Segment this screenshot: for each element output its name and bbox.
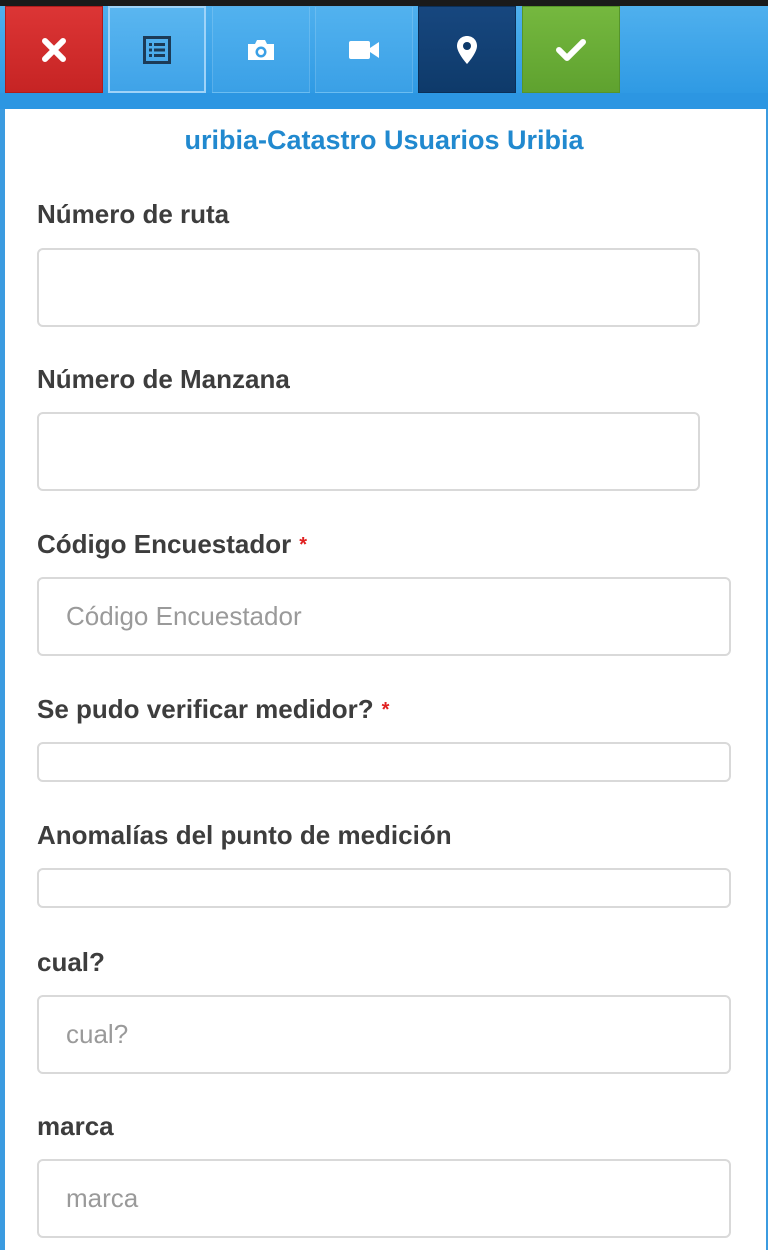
- codigo-encuestador-input[interactable]: [37, 577, 731, 656]
- form-title: uribia-Catastro Usuarios Uribia: [184, 125, 584, 155]
- list-button[interactable]: [108, 6, 206, 93]
- close-icon: [42, 37, 66, 62]
- anomalias-select[interactable]: [37, 868, 731, 908]
- label-anomalias: Anomalías del punto de medición: [37, 820, 452, 850]
- label-codigo-encuestador: Código Encuestador *: [37, 529, 307, 560]
- label-numero-ruta: Número de ruta: [37, 199, 230, 229]
- location-button[interactable]: [418, 6, 516, 93]
- check-icon: [556, 38, 586, 61]
- map-marker-icon: [457, 35, 477, 64]
- marca-input[interactable]: [37, 1159, 731, 1238]
- numero-ruta-input[interactable]: [37, 248, 700, 327]
- submit-button[interactable]: [522, 6, 620, 93]
- video-button[interactable]: [315, 6, 413, 93]
- verificar-medidor-select[interactable]: [37, 742, 731, 782]
- video-icon: [349, 40, 379, 59]
- label-verificar-medidor: Se pudo verificar medidor? *: [37, 694, 389, 725]
- toolbar: [0, 6, 768, 109]
- numero-manzana-input[interactable]: [37, 412, 700, 491]
- label-verificar-medidor-text: Se pudo verificar medidor?: [37, 694, 374, 724]
- close-button[interactable]: [5, 6, 103, 93]
- label-numero-manzana: Número de Manzana: [37, 364, 290, 394]
- label-marca: marca: [37, 1111, 114, 1141]
- required-mark: *: [299, 534, 308, 556]
- camera-button[interactable]: [212, 6, 310, 93]
- camera-icon: [248, 39, 274, 60]
- label-cual: cual?: [37, 947, 105, 977]
- label-codigo-encuestador-text: Código Encuestador: [37, 529, 292, 559]
- list-icon: [143, 35, 171, 64]
- cual-input[interactable]: [37, 995, 731, 1074]
- required-mark: *: [381, 699, 390, 721]
